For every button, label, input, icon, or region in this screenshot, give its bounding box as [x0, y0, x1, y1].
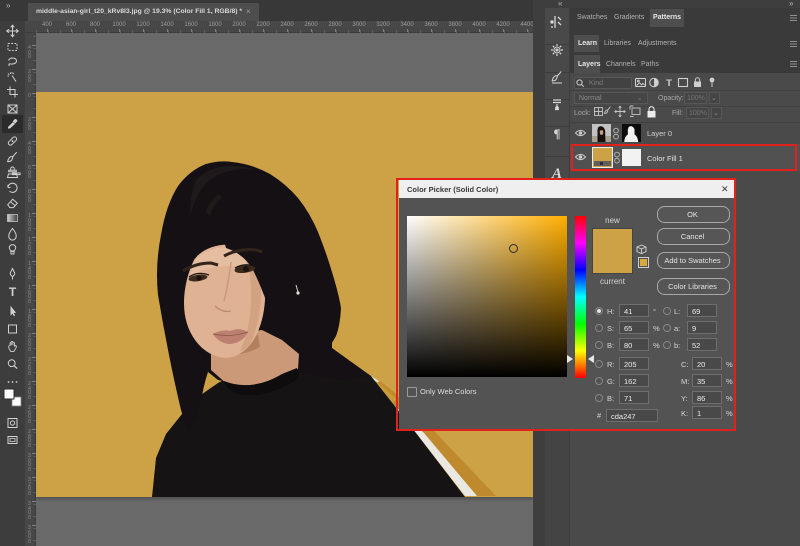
svg-text:T: T: [666, 78, 672, 89]
svg-text:¶: ¶: [553, 126, 560, 141]
svg-text:T: T: [9, 285, 17, 299]
